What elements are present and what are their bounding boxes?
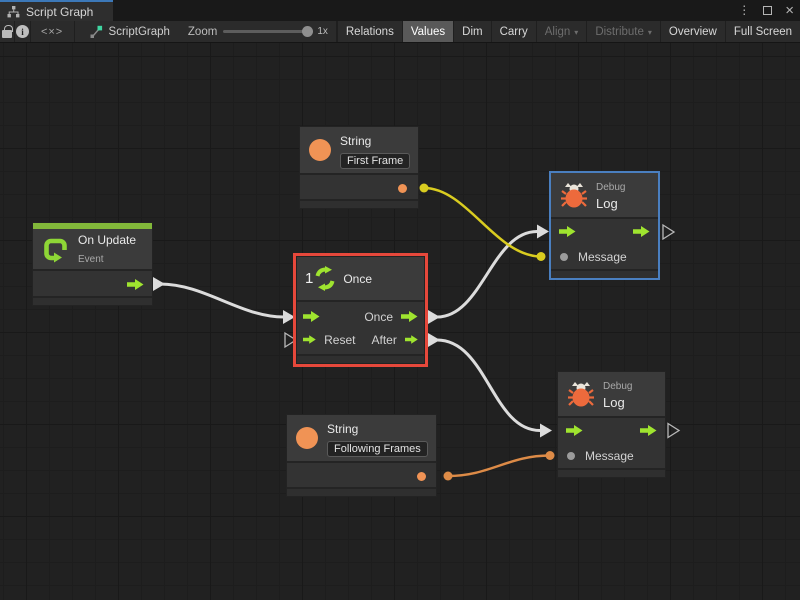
wire-string-following-to-message[interactable] xyxy=(444,451,555,481)
node-title: Log xyxy=(596,196,618,211)
script-graph-icon xyxy=(89,25,103,39)
window-menu-icon[interactable]: ⋮ xyxy=(738,0,750,21)
zoom-value: 1x xyxy=(317,26,328,37)
zoom-label: Zoom xyxy=(188,26,217,38)
wire-once-to-debuglog-top[interactable] xyxy=(428,225,549,325)
node-string-following-frames[interactable]: String Following Frames xyxy=(287,415,436,496)
string-output-port[interactable] xyxy=(398,184,407,193)
enter-port-arrow[interactable] xyxy=(303,311,320,322)
enter-port-arrow[interactable] xyxy=(559,226,576,237)
node-title: String xyxy=(340,134,371,148)
debuglog-bottom-exit-triangle[interactable] xyxy=(668,424,679,438)
once-exit-port-arrow[interactable] xyxy=(401,311,418,322)
node-once[interactable]: 1 Once Once xyxy=(297,257,424,363)
after-output-label: After xyxy=(372,333,397,347)
code-icon: <×> xyxy=(41,26,63,38)
message-input-port[interactable] xyxy=(560,253,568,261)
code-view-button[interactable]: <×> xyxy=(31,21,75,42)
toolbar-button-values[interactable]: Values xyxy=(402,21,453,42)
maximize-icon[interactable] xyxy=(763,6,772,15)
after-exit-port-arrow[interactable] xyxy=(405,334,418,345)
once-reset-port-triangle[interactable] xyxy=(285,333,296,347)
toolbar-button-relations[interactable]: Relations xyxy=(337,21,402,42)
exit-port-arrow[interactable] xyxy=(127,279,144,290)
graph-canvas[interactable]: String First Frame xyxy=(0,43,800,600)
graph-toolbar: i <×> ScriptGraph Zoom 1x Relations Valu… xyxy=(0,21,800,43)
zoom-slider-handle[interactable] xyxy=(302,26,313,37)
toolbar-button-carry[interactable]: Carry xyxy=(491,21,536,42)
chevron-down-icon: ▾ xyxy=(574,28,578,37)
zoom-control: Zoom 1x xyxy=(180,21,337,42)
toolbar-button-dim[interactable]: Dim xyxy=(453,21,490,42)
close-icon[interactable]: × xyxy=(785,0,794,21)
graph-tab-icon xyxy=(7,6,20,18)
toolbar-button-fullscreen[interactable]: Full Screen xyxy=(725,21,800,42)
toolbar-button-distribute[interactable]: Distribute▾ xyxy=(586,21,660,42)
node-debug-log-top[interactable]: Debug Log Message xyxy=(551,173,658,278)
string-type-icon xyxy=(296,427,318,449)
tab-script-graph[interactable]: Script Graph xyxy=(0,0,113,21)
message-input-port[interactable] xyxy=(567,452,575,460)
string-output-port[interactable] xyxy=(417,472,426,481)
node-kind: Debug xyxy=(603,381,632,392)
node-string-first-frame[interactable]: String First Frame xyxy=(300,127,418,208)
tab-title: Script Graph xyxy=(26,5,93,19)
once-icon: 1 xyxy=(305,266,336,291)
toolbar-button-align[interactable]: Align▾ xyxy=(536,21,587,42)
node-debug-log-bottom[interactable]: Debug Log Message xyxy=(558,372,665,477)
toolbar-buttons: Relations Values Dim Carry Align▾ Distri… xyxy=(337,21,800,42)
lock-icon xyxy=(2,30,12,38)
node-title: Once xyxy=(343,272,372,286)
toolbar-button-overview[interactable]: Overview xyxy=(660,21,725,42)
exit-port-arrow[interactable] xyxy=(633,226,650,237)
on-update-loop-icon xyxy=(42,236,69,263)
inspect-button[interactable]: i xyxy=(15,21,30,42)
title-bar: Script Graph ⋮ × xyxy=(0,0,800,21)
string-value-field[interactable]: First Frame xyxy=(340,153,410,169)
chevron-down-icon: ▾ xyxy=(648,28,652,37)
info-icon: i xyxy=(16,25,29,38)
node-title: Log xyxy=(603,395,625,410)
node-on-update-event[interactable]: On Update Event xyxy=(33,223,152,305)
string-type-icon xyxy=(309,139,331,161)
wire-string-first-to-message[interactable] xyxy=(420,184,546,262)
node-subtitle: Event xyxy=(78,254,104,265)
node-title: String xyxy=(327,422,358,436)
reset-port-label: Reset xyxy=(324,333,355,347)
graph-name-button[interactable]: ScriptGraph xyxy=(75,21,180,42)
node-title: On Update xyxy=(78,233,136,247)
exit-port-arrow[interactable] xyxy=(640,425,657,436)
wire-onupdate-to-once[interactable] xyxy=(153,277,295,324)
graph-name-label: ScriptGraph xyxy=(109,26,170,38)
lock-button[interactable] xyxy=(0,21,15,42)
string-value-field[interactable]: Following Frames xyxy=(327,441,428,457)
enter-port-arrow[interactable] xyxy=(566,425,583,436)
once-output-label: Once xyxy=(364,310,393,324)
reset-port-arrow[interactable] xyxy=(303,334,316,345)
node-kind: Debug xyxy=(596,182,625,193)
message-port-label: Message xyxy=(585,449,634,463)
wire-once-after-to-debuglog-bottom[interactable] xyxy=(428,333,552,438)
debuglog-top-exit-triangle[interactable] xyxy=(663,225,674,239)
unity-visual-scripting-window: Script Graph ⋮ × i <×> ScriptGraph Zoom … xyxy=(0,0,800,600)
bug-icon xyxy=(561,182,587,208)
bug-icon xyxy=(568,381,594,407)
zoom-slider[interactable] xyxy=(223,30,311,33)
message-port-label: Message xyxy=(578,250,627,264)
